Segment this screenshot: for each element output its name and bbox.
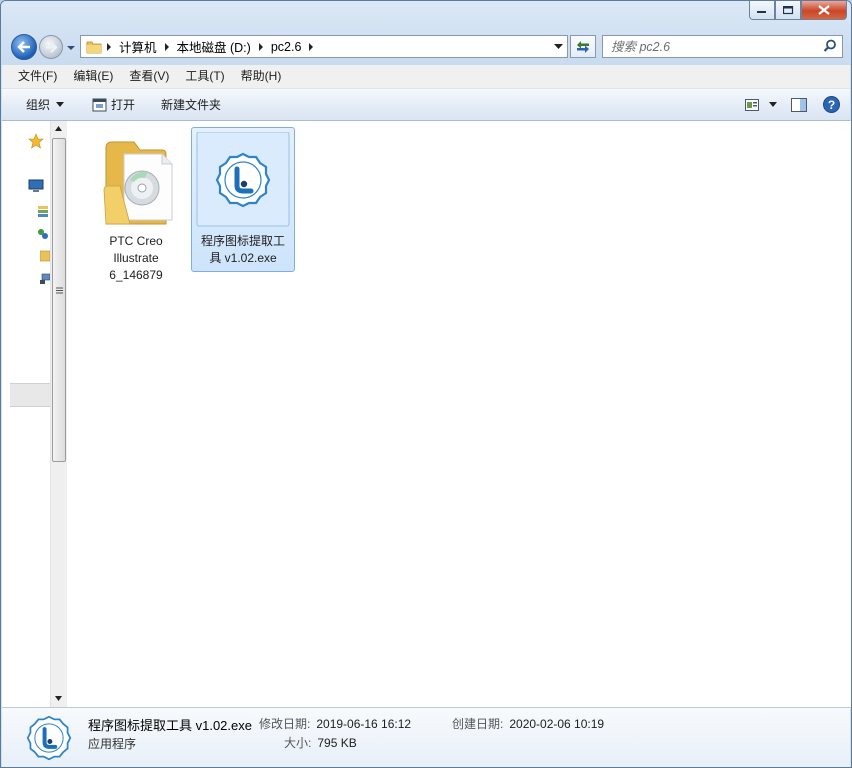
homegroup-icon[interactable] xyxy=(38,227,48,241)
new-folder-button[interactable]: 新建文件夹 xyxy=(153,92,229,117)
arrow-right-icon xyxy=(45,41,58,53)
window-controls xyxy=(749,1,847,20)
chevron-down-icon xyxy=(56,101,65,107)
maximize-icon xyxy=(782,5,793,14)
folder-disc-icon xyxy=(103,141,173,225)
chevron-right-icon xyxy=(164,42,169,51)
scroll-down-icon[interactable] xyxy=(55,696,62,701)
chevron-right-icon xyxy=(309,42,314,51)
menu-help[interactable]: 帮助(H) xyxy=(233,65,290,88)
details-created: 创建日期: 2020-02-06 10:19 xyxy=(452,715,604,732)
details-size: 大小: 795 KB xyxy=(284,734,357,751)
close-icon xyxy=(818,5,830,15)
back-button[interactable] xyxy=(11,34,37,60)
help-button[interactable]: ? xyxy=(815,92,850,117)
view-controls: ? xyxy=(741,89,850,120)
navigation-pane xyxy=(2,121,50,707)
organize-label: 组织 xyxy=(26,98,51,112)
recent-pages-dropdown-icon[interactable] xyxy=(66,43,76,53)
scrollbar-thumb[interactable] xyxy=(52,138,66,462)
size-value: 795 KB xyxy=(317,736,357,750)
preview-pane-button[interactable] xyxy=(783,92,815,117)
app-badge-icon xyxy=(196,131,290,227)
search-box[interactable] xyxy=(602,35,843,58)
view-icon xyxy=(745,98,759,111)
created-label: 创建日期: xyxy=(452,717,504,731)
file-item-exe[interactable]: 程序图标提取工具 v1.02.exe xyxy=(191,127,295,272)
open-label: 打开 xyxy=(111,98,136,112)
computer-folder-icon[interactable] xyxy=(40,249,50,263)
breadcrumb-separator[interactable] xyxy=(161,36,173,57)
new-folder-label: 新建文件夹 xyxy=(161,98,222,112)
breadcrumb-folder[interactable]: pc2.6 xyxy=(267,36,306,57)
address-dropdown-icon[interactable] xyxy=(554,42,563,51)
menu-bar: 文件(F) 编辑(E) 查看(V) 工具(T) 帮助(H) xyxy=(2,65,850,89)
scroll-up-icon[interactable] xyxy=(55,126,62,131)
breadcrumb-separator[interactable] xyxy=(103,36,115,57)
breadcrumb-separator[interactable] xyxy=(305,36,317,57)
nav-pane-divider xyxy=(10,383,50,407)
menu-edit[interactable]: 编辑(E) xyxy=(65,65,121,88)
file-item-label: 程序图标提取工具 v1.02.exe xyxy=(200,234,285,265)
file-item-folder[interactable]: PTC Creo Illustrate 6_146879 xyxy=(84,127,188,289)
modified-label: 修改日期: xyxy=(259,717,311,731)
desktop-icon[interactable] xyxy=(28,179,44,193)
close-button[interactable] xyxy=(801,1,847,20)
menu-file[interactable]: 文件(F) xyxy=(10,65,65,88)
refresh-button[interactable] xyxy=(570,35,596,58)
breadcrumb-drive[interactable]: 本地磁盘 (D:) xyxy=(173,36,255,57)
details-pane: 程序图标提取工具 v1.02.exe 应用程序 修改日期: 2019-06-16 … xyxy=(2,707,850,767)
open-button[interactable]: 打开 xyxy=(84,92,143,117)
created-value: 2020-02-06 10:19 xyxy=(509,717,605,731)
chevron-down-icon xyxy=(769,101,777,107)
app-badge-icon xyxy=(26,715,72,761)
open-app-icon xyxy=(92,98,107,111)
details-file-name: 程序图标提取工具 v1.02.exe xyxy=(88,718,252,733)
forward-button[interactable] xyxy=(39,35,63,59)
chevron-right-icon xyxy=(107,42,111,51)
maximize-button[interactable] xyxy=(775,1,801,20)
search-input[interactable] xyxy=(603,36,811,57)
search-icon[interactable] xyxy=(823,39,837,53)
menu-tools[interactable]: 工具(T) xyxy=(177,65,232,88)
help-icon: ? xyxy=(823,96,840,113)
change-view-button[interactable] xyxy=(741,92,763,117)
menu-view[interactable]: 查看(V) xyxy=(121,65,177,88)
size-label: 大小: xyxy=(284,736,312,750)
preview-pane-icon xyxy=(791,97,807,112)
breadcrumb-separator[interactable] xyxy=(255,36,267,57)
folder-icon xyxy=(86,41,102,53)
grip-icon xyxy=(56,287,63,294)
modified-value: 2019-06-16 16:12 xyxy=(316,717,412,731)
refresh-icon xyxy=(577,40,589,53)
nav-pane-scrollbar[interactable] xyxy=(50,121,67,707)
minimize-button[interactable] xyxy=(749,1,775,20)
details-modified: 修改日期: 2019-06-16 16:12 xyxy=(259,715,411,732)
address-bar[interactable]: 计算机 本地磁盘 (D:) pc2.6 xyxy=(80,35,568,58)
chevron-right-icon xyxy=(258,42,263,51)
command-bar: 组织 打开 新建文件夹 ? xyxy=(2,89,850,121)
libraries-icon[interactable] xyxy=(38,205,48,219)
file-list: PTC Creo Illustrate 6_146879 程序图标提取工具 v1… xyxy=(67,121,851,707)
network-icon[interactable] xyxy=(40,273,50,285)
view-options-button[interactable] xyxy=(763,92,783,117)
organize-button[interactable]: 组织 xyxy=(18,92,72,117)
file-item-label: PTC Creo Illustrate 6_146879 xyxy=(109,234,163,282)
minimize-icon xyxy=(757,11,766,13)
details-file-type: 应用程序 xyxy=(88,737,137,751)
breadcrumb-computer[interactable]: 计算机 xyxy=(115,36,161,57)
svg-text:?: ? xyxy=(828,98,835,112)
explorer-window: 计算机 本地磁盘 (D:) pc2.6 文件(F) 编辑(E) 查看(V) 工具… xyxy=(0,0,852,768)
arrow-left-icon xyxy=(17,41,30,53)
favorites-star-icon[interactable] xyxy=(28,133,44,149)
